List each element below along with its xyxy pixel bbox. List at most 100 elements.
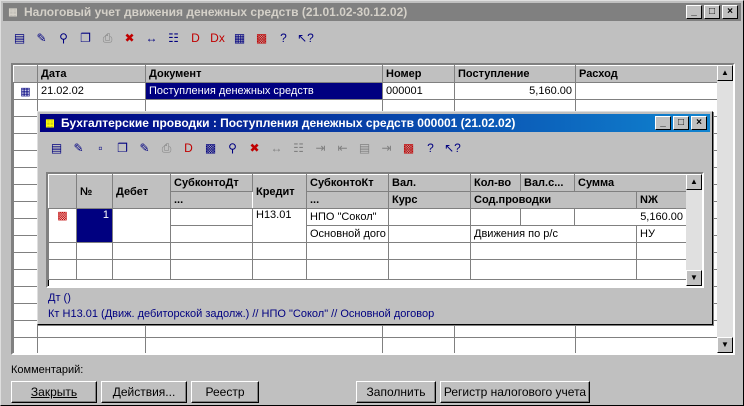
- entries-col-content[interactable]: Сод.проводки: [470, 191, 637, 209]
- entry-number[interactable]: 1: [76, 208, 113, 243]
- entries-header-row-1: № Дебет СубконтоДт Кредит СубконтоКт Вал…: [48, 174, 688, 209]
- col-date[interactable]: Дата: [37, 65, 146, 83]
- find-entry-icon[interactable]: ⚲: [222, 138, 243, 158]
- col-number[interactable]: Номер: [382, 65, 455, 83]
- entries-col-n[interactable]: №: [76, 174, 113, 209]
- maximize-button[interactable]: □: [704, 5, 720, 19]
- entry-currency[interactable]: [388, 208, 471, 226]
- group-icon[interactable]: ▤: [354, 138, 375, 158]
- fill-button[interactable]: Заполнить: [356, 381, 436, 403]
- entry-debit[interactable]: [112, 208, 171, 243]
- print-entry-icon[interactable]: ⎙: [156, 138, 177, 158]
- entry-row[interactable]: ▩ 1 Н13.01 НПО "Сокол" 5,160.00: [48, 208, 688, 243]
- entry-subconto-dt-2[interactable]: [170, 225, 253, 243]
- table-row[interactable]: ▦ 21.02.02 Поступления денежных средств …: [13, 82, 718, 100]
- cell-number[interactable]: 000001: [382, 82, 455, 100]
- new-folder-icon[interactable]: ✎: [68, 138, 89, 158]
- entry-nj[interactable]: НУ: [635, 225, 688, 243]
- entry-content[interactable]: Движения по р/с: [470, 225, 637, 243]
- new-doc-icon[interactable]: ▤: [9, 28, 30, 48]
- credit-info: Кт Н13.01 (Движ. дебиторской задолж.) //…: [48, 308, 435, 320]
- entries-col-cur-sum[interactable]: Вал.с...: [520, 174, 575, 192]
- scroll-down-button[interactable]: ▼: [717, 337, 733, 353]
- ungroup-icon[interactable]: ⇥: [376, 138, 397, 158]
- entry-qty[interactable]: [470, 208, 521, 226]
- entry-rate[interactable]: [388, 225, 471, 243]
- context-help-icon[interactable]: ↖?: [295, 28, 316, 48]
- entries-col-subconto-dt[interactable]: СубконтоДт: [170, 174, 253, 192]
- entries-col-subconto-kt[interactable]: СубконтоКт: [306, 174, 389, 192]
- entries-context-help-icon[interactable]: ↖?: [442, 138, 463, 158]
- minimize-button[interactable]: _: [686, 5, 702, 19]
- cell-expense[interactable]: [575, 82, 718, 100]
- help-icon[interactable]: ?: [273, 28, 294, 48]
- entries-col-subconto-kt-more[interactable]: ...: [306, 191, 389, 209]
- entries-scroll-up-button[interactable]: ▲: [686, 174, 702, 190]
- app-icon: ▦: [8, 6, 18, 18]
- entry-subconto-kt-1[interactable]: НПО "Сокол": [306, 208, 389, 226]
- move-down-icon[interactable]: ⇤: [332, 138, 353, 158]
- copy-icon[interactable]: ❐: [75, 28, 96, 48]
- delete-entry-icon[interactable]: ✖: [244, 138, 265, 158]
- scroll-up-button[interactable]: ▲: [717, 65, 733, 81]
- main-vertical-scrollbar[interactable]: ▲ ▼: [717, 65, 733, 353]
- close-button[interactable]: Закрыть: [11, 381, 97, 403]
- entry-cur-sum[interactable]: [520, 208, 575, 226]
- tree-entry-icon[interactable]: ☷: [288, 138, 309, 158]
- copy-entry-icon[interactable]: ❐: [112, 138, 133, 158]
- tax-register-button[interactable]: Регистр налогового учета: [440, 381, 590, 403]
- entries-help-icon[interactable]: ?: [420, 138, 441, 158]
- entries-col-currency[interactable]: Вал.: [388, 174, 471, 192]
- post-entry-icon[interactable]: D: [178, 138, 199, 158]
- tree-icon[interactable]: ☷: [163, 28, 184, 48]
- entries-vertical-scrollbar[interactable]: ▲ ▼: [686, 174, 702, 286]
- post-icon[interactable]: D: [185, 28, 206, 48]
- register-button[interactable]: Реестр: [191, 381, 259, 403]
- entries-close-button[interactable]: ×: [691, 116, 707, 130]
- entries-col-sum[interactable]: Сумма: [573, 174, 688, 192]
- table-row[interactable]: [13, 337, 718, 353]
- move-up-icon[interactable]: ⇥: [310, 138, 331, 158]
- journal-icon[interactable]: ▦: [229, 28, 250, 48]
- entry-subconto-dt-1[interactable]: [170, 208, 253, 226]
- entry-row-empty[interactable]: [48, 259, 688, 280]
- entries-title-bar[interactable]: ▦ Бухгалтерские проводки : Поступления д…: [40, 114, 710, 132]
- entry-subconto-kt-2[interactable]: Основной дого: [306, 225, 389, 243]
- unpost-icon[interactable]: Dx: [207, 28, 228, 48]
- delete-icon[interactable]: ✖: [119, 28, 140, 48]
- entries-minimize-button[interactable]: _: [655, 116, 671, 130]
- edit-entry-icon[interactable]: ✎: [134, 138, 155, 158]
- actions-button[interactable]: Действия...: [101, 381, 187, 403]
- cell-document[interactable]: Поступления денежных средств: [145, 82, 383, 100]
- range-icon[interactable]: ↔: [141, 28, 162, 48]
- range-entry-icon[interactable]: ↔: [266, 138, 287, 158]
- entries-col-credit[interactable]: Кредит: [252, 174, 307, 209]
- col-expense[interactable]: Расход: [575, 65, 718, 83]
- close-window-button[interactable]: ×: [722, 5, 738, 19]
- entries-col-debit[interactable]: Дебет: [112, 174, 171, 209]
- entries-scroll-down-button[interactable]: ▼: [686, 270, 702, 286]
- edit-icon[interactable]: ✎: [31, 28, 52, 48]
- entries-grid: № Дебет СубконтоДт Кредит СубконтоКт Вал…: [46, 172, 704, 288]
- entry-credit[interactable]: Н13.01: [252, 208, 307, 243]
- main-title-bar[interactable]: ▦ Налоговый учет движения денежных средс…: [3, 3, 741, 21]
- entries-col-rate[interactable]: Курс: [388, 191, 471, 209]
- col-document[interactable]: Документ: [145, 65, 383, 83]
- print-icon[interactable]: ⎙: [97, 28, 118, 48]
- cell-income[interactable]: 5,160.00: [454, 82, 576, 100]
- col-income[interactable]: Поступление: [454, 65, 576, 83]
- cell-date[interactable]: 21.02.02: [37, 82, 146, 100]
- journal-entry-icon[interactable]: ▩: [200, 138, 221, 158]
- find-icon[interactable]: ⚲: [53, 28, 74, 48]
- entry-row-empty[interactable]: [48, 242, 688, 260]
- entries-col-qty[interactable]: Кол-во: [470, 174, 521, 192]
- main-window-title: Налоговый учет движения денежных средств…: [24, 5, 408, 19]
- entries-maximize-button[interactable]: □: [673, 116, 689, 130]
- document-icon[interactable]: ▫: [90, 138, 111, 158]
- new-entry-icon[interactable]: ▤: [46, 138, 67, 158]
- entry-sum[interactable]: 5,160.00: [573, 208, 688, 226]
- report-icon[interactable]: ▩: [251, 28, 272, 48]
- entries-col-subconto-dt-more[interactable]: ...: [170, 191, 253, 209]
- report-entry-icon[interactable]: ▩: [398, 138, 419, 158]
- entries-col-nj[interactable]: NЖ: [635, 191, 688, 209]
